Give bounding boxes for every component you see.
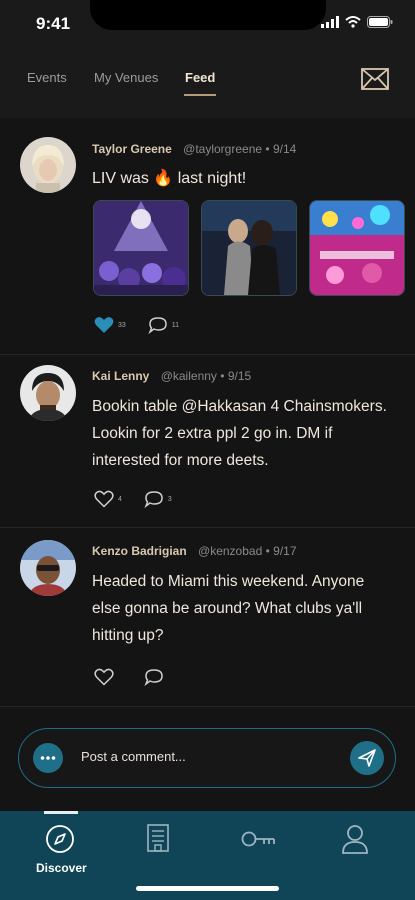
post-actions: 33 11 bbox=[94, 316, 201, 334]
status-bar: 9:41 bbox=[0, 0, 415, 50]
author-handle[interactable]: @kailenny bbox=[161, 369, 217, 383]
comment-bubble-icon bbox=[148, 317, 167, 334]
like-count: 4 bbox=[118, 495, 122, 503]
comment-bubble-icon bbox=[144, 491, 163, 508]
comment-bubble-icon bbox=[144, 669, 163, 686]
bottom-tab-bar: Discover bbox=[0, 811, 415, 900]
photo-thumbnail[interactable] bbox=[93, 200, 189, 296]
post-actions: 4 3 bbox=[94, 490, 194, 508]
photo-thumbnail[interactable] bbox=[201, 200, 297, 296]
top-tab-bar: Events My Venues Feed bbox=[0, 50, 415, 118]
like-button[interactable] bbox=[94, 668, 114, 686]
post-text: Bookin table @Hakkasan 4 Chainsmokers. L… bbox=[92, 398, 387, 469]
comment-composer bbox=[0, 708, 415, 811]
post-text: LIV was 🔥 last night! bbox=[92, 170, 247, 187]
tab-feed[interactable]: Feed bbox=[185, 70, 215, 85]
post-meta: Taylor Greene @taylorgreene • 9/14 bbox=[92, 142, 296, 156]
meta-separator: • bbox=[220, 369, 225, 383]
messages-button[interactable] bbox=[361, 68, 389, 90]
feed-list: Taylor Greene @taylorgreene • 9/14 LIV w… bbox=[0, 118, 415, 708]
heart-filled-icon bbox=[94, 317, 114, 333]
author-handle[interactable]: @taylorgreene bbox=[183, 142, 262, 156]
battery-icon bbox=[367, 16, 393, 28]
more-options-button[interactable] bbox=[33, 743, 63, 773]
avatar[interactable] bbox=[20, 137, 76, 193]
post-date: 9/14 bbox=[272, 142, 297, 156]
post-date: 9/15 bbox=[227, 369, 252, 383]
status-time: 9:41 bbox=[36, 14, 71, 33]
compass-icon bbox=[46, 825, 74, 853]
comment-input[interactable] bbox=[81, 749, 321, 764]
active-nav-indicator bbox=[44, 811, 78, 814]
heart-outline-icon bbox=[94, 490, 114, 508]
device-notch bbox=[90, 0, 326, 30]
comment-button[interactable]: 11 bbox=[148, 316, 179, 334]
post-meta: Kenzo Badrigian @kenzobad • 9/17 bbox=[92, 544, 297, 558]
more-dots-icon bbox=[40, 756, 56, 760]
meta-separator: • bbox=[265, 544, 270, 558]
send-button[interactable] bbox=[350, 741, 384, 775]
comment-count: 3 bbox=[167, 495, 172, 503]
avatar[interactable] bbox=[20, 540, 76, 596]
avatar[interactable] bbox=[20, 365, 76, 421]
author-handle[interactable]: @kenzobad bbox=[198, 544, 262, 558]
nav-discover-label[interactable]: Discover bbox=[36, 861, 87, 875]
author-name[interactable]: Taylor Greene bbox=[92, 142, 172, 156]
user-icon bbox=[342, 825, 368, 854]
nav-venues[interactable] bbox=[144, 823, 172, 858]
comment-box bbox=[18, 728, 396, 788]
nav-profile[interactable] bbox=[340, 823, 370, 860]
post-actions bbox=[94, 668, 186, 686]
author-name[interactable]: Kai Lenny bbox=[92, 369, 149, 383]
envelope-icon bbox=[361, 68, 389, 90]
like-button[interactable]: 4 bbox=[94, 490, 122, 508]
heart-outline-icon bbox=[94, 668, 114, 686]
post-date: 9/17 bbox=[273, 544, 297, 558]
tab-events[interactable]: Events bbox=[27, 70, 67, 85]
nav-access[interactable] bbox=[240, 829, 276, 854]
active-tab-indicator bbox=[184, 94, 216, 96]
comment-button[interactable]: 3 bbox=[144, 490, 172, 508]
nav-discover[interactable] bbox=[44, 823, 76, 860]
post-meta: Kai Lenny @kailenny • 9/15 bbox=[92, 369, 251, 383]
like-button[interactable]: 33 bbox=[94, 316, 126, 334]
author-name[interactable]: Kenzo Badrigian bbox=[92, 544, 187, 558]
status-icons bbox=[321, 16, 393, 28]
wifi-icon bbox=[345, 16, 361, 28]
feed-post: Kai Lenny @kailenny • 9/15 Bookin table … bbox=[0, 355, 415, 528]
photo-strip bbox=[93, 200, 405, 296]
like-count: 33 bbox=[118, 321, 126, 329]
tab-my-venues[interactable]: My Venues bbox=[94, 70, 158, 85]
home-indicator bbox=[136, 886, 279, 891]
meta-separator: • bbox=[265, 142, 270, 156]
feed-post: Taylor Greene @taylorgreene • 9/14 LIV w… bbox=[0, 118, 415, 355]
send-icon bbox=[358, 749, 376, 767]
comment-count: 11 bbox=[171, 321, 180, 329]
building-icon bbox=[147, 824, 169, 852]
post-text: Headed to Miami this weekend. Anyone els… bbox=[92, 573, 365, 644]
photo-thumbnail[interactable] bbox=[309, 200, 405, 296]
signal-icon bbox=[321, 16, 339, 28]
feed-post: Kenzo Badrigian @kenzobad • 9/17 Headed … bbox=[0, 528, 415, 707]
comment-button[interactable] bbox=[144, 668, 164, 686]
key-icon bbox=[241, 831, 275, 847]
